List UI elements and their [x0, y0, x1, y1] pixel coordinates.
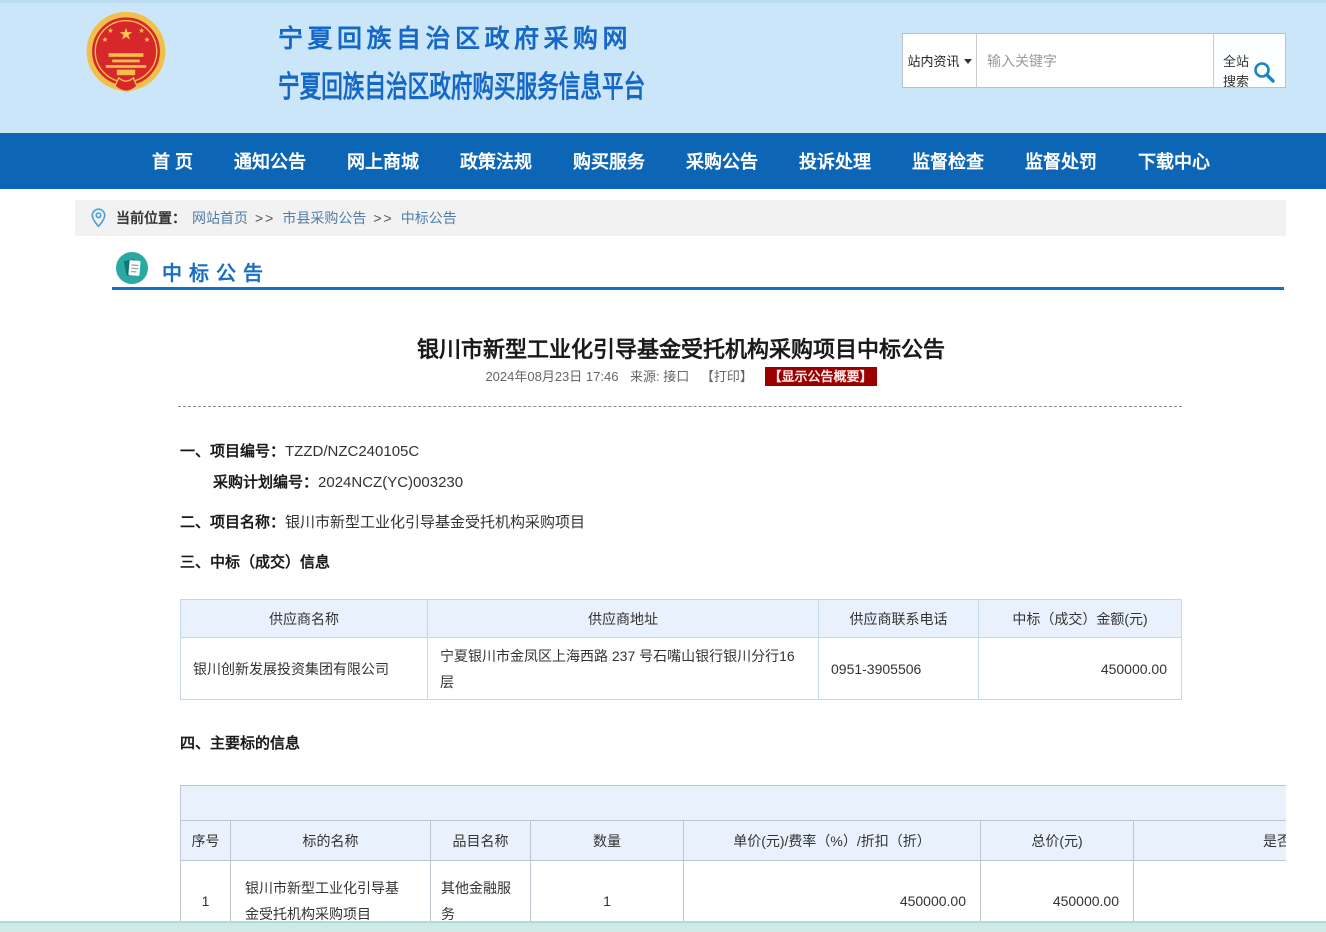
section-underline	[112, 287, 1284, 290]
search-button-label-line2: 搜索	[1223, 72, 1249, 87]
nav-item-online-mall[interactable]: 网上商城	[347, 148, 419, 174]
svg-text:★: ★	[119, 25, 134, 43]
breadcrumb-link-city-county-announcements[interactable]: 市县采购公告	[282, 208, 366, 228]
project-number-row: 一、项目编号：TZZD/NZC240105C	[180, 440, 419, 461]
search-button[interactable]: 全站 搜索	[1213, 34, 1285, 87]
table-row: 银川创新发展投资集团有限公司 宁夏银川市金凤区上海西路 237 号石嘴山银行银川…	[181, 638, 1182, 700]
search-input[interactable]	[977, 34, 1213, 87]
subject-info-heading: 四、主要标的信息	[180, 732, 300, 753]
table-cell: 0951-3905506	[819, 638, 979, 700]
table-header-cell: 标的名称	[231, 821, 431, 861]
national-emblem-logo: ★ ★ ★ ★ ★	[80, 11, 172, 99]
footer-strip	[0, 921, 1326, 932]
plan-number-label: 采购计划编号：	[213, 474, 318, 491]
table-header-cell: 总价(元)	[981, 821, 1134, 861]
main-nav: 首 页 通知公告 网上商城 政策法规 购买服务 采购公告 投诉处理 监督检查 监…	[0, 133, 1326, 189]
nav-item-complaints[interactable]: 投诉处理	[799, 148, 871, 174]
table-band-cell	[181, 786, 1287, 821]
announcement-datetime: 2024年08月23日 17:46	[485, 369, 618, 384]
subject-info-table: 序号 标的名称 品目名称 数量 单价(元)/费率（%）/折扣（折） 总价(元) …	[180, 785, 1286, 932]
dashed-divider	[178, 406, 1182, 407]
search-button-label-line1: 全站	[1223, 52, 1249, 72]
svg-text:★: ★	[102, 35, 109, 44]
project-name-label: 二、项目名称：	[180, 514, 285, 531]
table-header-cell: 单价(元)/费率（%）/折扣（折）	[684, 821, 981, 861]
breadcrumb-link-award-announcements[interactable]: 中标公告	[401, 208, 457, 228]
nav-item-supervision-penalty[interactable]: 监督处罚	[1025, 148, 1097, 174]
svg-text:★: ★	[107, 26, 114, 35]
project-number-label: 一、项目编号：	[180, 443, 285, 460]
table-cell: 银川创新发展投资集团有限公司	[181, 638, 428, 700]
announcement-meta: 2024年08月23日 17:46 来源: 接口 【打印】 【显示公告概要】	[180, 366, 1182, 385]
award-info-heading: 三、中标（成交）信息	[180, 551, 330, 572]
show-summary-badge[interactable]: 【显示公告概要】	[765, 367, 877, 386]
breadcrumb-separator: >>	[255, 210, 275, 226]
table-header-cell: 供应商名称	[181, 600, 428, 638]
plan-number-value: 2024NCZ(YC)003230	[318, 474, 463, 491]
table-header-row: 供应商名称 供应商地址 供应商联系电话 中标（成交）金额(元)	[181, 600, 1182, 638]
breadcrumb: 当前位置： 网站首页 >> 市县采购公告 >> 中标公告	[75, 200, 1286, 236]
table-header-row: 序号 标的名称 品目名称 数量 单价(元)/费率（%）/折扣（折） 总价(元) …	[181, 821, 1287, 861]
site-name-line1: 宁夏回族自治区政府采购网	[278, 19, 788, 55]
announcement-title: 银川市新型工业化引导基金受托机构采购项目中标公告	[180, 332, 1182, 364]
table-header-cell: 中标（成交）金额(元)	[979, 600, 1182, 638]
svg-text:★: ★	[144, 35, 151, 44]
table-header-cell: 品目名称	[431, 821, 531, 861]
page: ★ ★ ★ ★ ★ 宁夏回族自治区政府采购网 宁夏回族自治区政府购买服务信息平台…	[0, 0, 1326, 932]
chevron-down-icon	[964, 59, 972, 64]
page-title: 中标公告	[162, 257, 270, 286]
location-pin-icon	[91, 208, 106, 228]
svg-text:★: ★	[138, 26, 145, 35]
nav-item-home[interactable]: 首 页	[152, 148, 193, 174]
table-header-cell: 是否	[1134, 821, 1287, 861]
nav-item-download-center[interactable]: 下载中心	[1138, 148, 1210, 174]
subject-table-viewport: 序号 标的名称 品目名称 数量 单价(元)/费率（%）/折扣（折） 总价(元) …	[180, 785, 1286, 932]
nav-item-purchase-services[interactable]: 购买服务	[573, 148, 645, 174]
site-search-bar: 站内资讯 全站 搜索	[902, 33, 1286, 88]
print-link[interactable]: 【打印】	[701, 369, 753, 384]
site-banner: ★ ★ ★ ★ ★ 宁夏回族自治区政府采购网 宁夏回族自治区政府购买服务信息平台…	[0, 0, 1326, 133]
table-cell: 宁夏银川市金凤区上海西路 237 号石嘴山银行银川分行16层	[428, 638, 819, 700]
nav-item-policies[interactable]: 政策法规	[460, 148, 532, 174]
project-name-value: 银川市新型工业化引导基金受托机构采购项目	[285, 514, 585, 531]
table-cell: 450000.00	[979, 638, 1182, 700]
announcement-source: 来源: 接口	[630, 369, 689, 384]
table-header-cell: 供应商地址	[428, 600, 819, 638]
search-category-value: 站内资讯	[907, 51, 959, 70]
table-header-cell: 数量	[531, 821, 684, 861]
breadcrumb-link-home[interactable]: 网站首页	[192, 208, 248, 228]
document-badge-icon	[116, 252, 148, 284]
search-category-select[interactable]: 站内资讯	[903, 34, 977, 87]
table-band-row	[181, 786, 1287, 821]
nav-item-procurement-announcements[interactable]: 采购公告	[686, 148, 758, 174]
plan-number-row: 采购计划编号：2024NCZ(YC)003230	[213, 471, 463, 492]
breadcrumb-separator: >>	[373, 210, 393, 226]
nav-item-supervision-inspection[interactable]: 监督检查	[912, 148, 984, 174]
project-name-row: 二、项目名称：银川市新型工业化引导基金受托机构采购项目	[180, 511, 585, 532]
project-number-value: TZZD/NZC240105C	[285, 443, 419, 460]
breadcrumb-label: 当前位置：	[116, 208, 186, 228]
table-header-cell: 供应商联系电话	[819, 600, 979, 638]
nav-item-notices[interactable]: 通知公告	[234, 148, 306, 174]
table-header-cell: 序号	[181, 821, 231, 861]
site-name-line2: 宁夏回族自治区政府购买服务信息平台	[278, 62, 645, 106]
search-icon	[1252, 60, 1276, 84]
award-info-table: 供应商名称 供应商地址 供应商联系电话 中标（成交）金额(元) 银川创新发展投资…	[180, 599, 1182, 700]
